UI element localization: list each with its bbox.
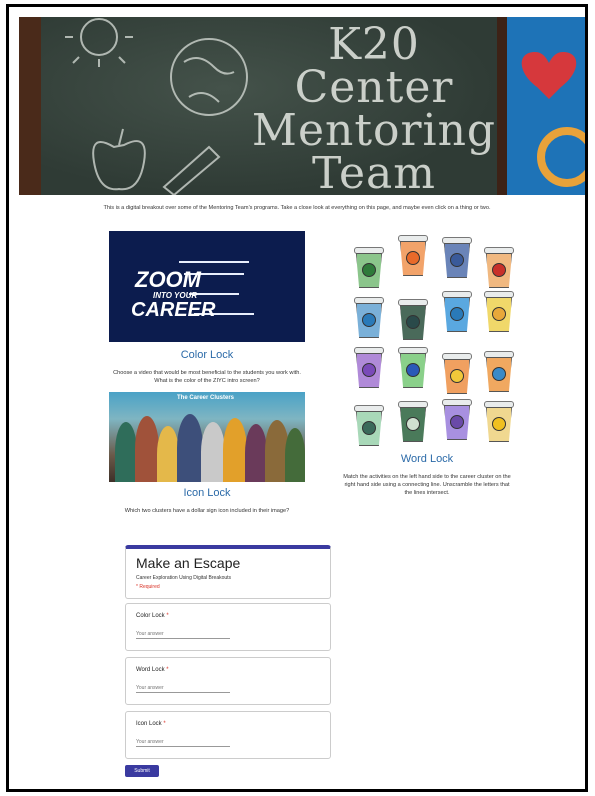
question-icon-lock: Icon Lock * — [125, 711, 331, 759]
icon-lock-caption: Which two clusters have a dollar sign ic… — [124, 508, 290, 514]
submit-button[interactable]: Submit — [125, 765, 159, 777]
form-title: Make an Escape — [136, 555, 241, 571]
question-word-lock: Word Lock * — [125, 657, 331, 705]
required-star: * — [166, 613, 169, 619]
career-clusters-image[interactable]: The Career Clusters — [109, 392, 305, 482]
word-lock-input[interactable] — [136, 684, 230, 693]
career-cups-image[interactable] — [354, 235, 524, 450]
color-lock-title: Color Lock — [180, 349, 234, 361]
globe-icon — [170, 38, 248, 116]
required-star: * — [166, 667, 169, 673]
zoom-into-your-career-image[interactable]: ZOOM INTO YOUR CAREER — [109, 231, 305, 342]
pencil-icon — [162, 145, 221, 195]
banner-title: K20 Center Mentoring Team — [251, 19, 497, 196]
required-star: * — [163, 721, 166, 727]
sun-icon — [65, 18, 133, 67]
form-header: Make an Escape Career Exploration Using … — [125, 545, 331, 599]
page-frame: K20 Center Mentoring Team This is a digi… — [6, 4, 588, 792]
icon-lock-input[interactable] — [136, 738, 230, 747]
word-lock-caption: Match the activities on the left hand si… — [343, 474, 511, 496]
word-lock-title: Word Lock — [400, 453, 454, 465]
color-lock-input[interactable] — [136, 630, 230, 639]
form-description: Career Exploration Using Digital Breakou… — [136, 575, 232, 581]
color-lock-caption: Choose a video that would be most benefi… — [113, 370, 301, 384]
intro-text: This is a digital breakout over some of … — [103, 205, 491, 211]
required-note: * Required — [136, 584, 160, 590]
header-banner: K20 Center Mentoring Team — [19, 17, 585, 195]
icon-lock-title: Icon Lock — [183, 487, 231, 499]
apple-icon — [92, 128, 146, 191]
question-color-lock: Color Lock * — [125, 603, 331, 651]
